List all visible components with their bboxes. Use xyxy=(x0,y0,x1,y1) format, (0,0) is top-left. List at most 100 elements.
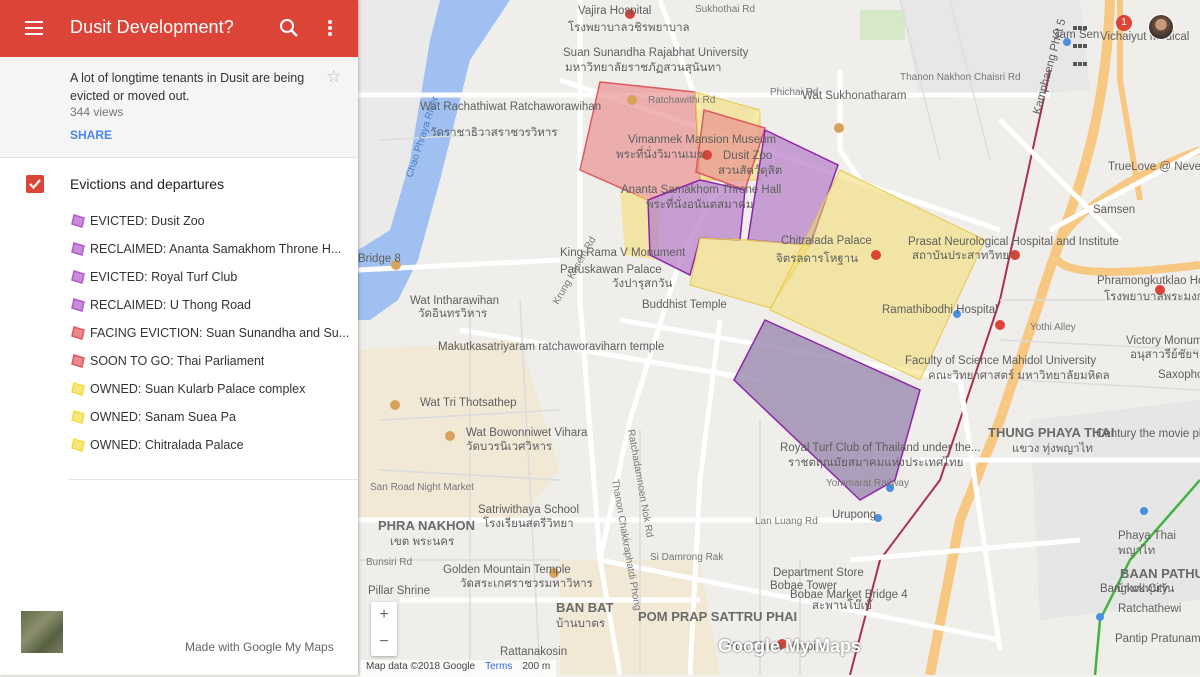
layer-item-label: FACING EVICTION: Suan Sunandha and Su... xyxy=(90,326,350,340)
map-label[interactable]: Prasat Neurological Hospital and Institu… xyxy=(908,236,1119,248)
map-label[interactable]: Victory Monument xyxy=(1126,335,1200,347)
map-label[interactable]: Ratchawithi Rd xyxy=(648,95,715,106)
layer-item[interactable]: RECLAIMED: Ananta Samakhom Throne H... xyxy=(70,235,350,263)
map-label[interactable]: Wat Intharawihan xyxy=(410,295,499,307)
avatar[interactable] xyxy=(1148,14,1174,40)
map-label[interactable]: Bunsiri Rd xyxy=(366,557,412,568)
map-title[interactable]: Dusit Development? xyxy=(70,17,234,38)
map-label[interactable]: BAN BAT xyxy=(556,600,614,615)
map-label[interactable]: โรงพยาบาลพระมงกุฎเกล้า xyxy=(1104,289,1200,303)
map-label[interactable]: San Road Night Market xyxy=(370,482,474,493)
map-label[interactable]: จิตรลดารโหฐาน xyxy=(776,251,858,265)
menu-icon[interactable] xyxy=(22,18,46,38)
zoom-in-button[interactable]: + xyxy=(371,602,397,629)
map-label[interactable]: Phichai Rd xyxy=(770,87,818,98)
map-label[interactable]: Saxophone xyxy=(1158,369,1200,381)
side-panel: Dusit Development? A lot of longtime ten… xyxy=(0,0,358,675)
share-button[interactable]: SHARE xyxy=(70,128,112,142)
map-label[interactable]: Yommarat Railway xyxy=(826,478,909,489)
map-label[interactable]: Pillar Shrine xyxy=(368,585,430,597)
map-label[interactable]: สถาบันประสาทวิทยา xyxy=(912,249,1016,262)
layer-item[interactable]: EVICTED: Royal Turf Club xyxy=(70,263,350,291)
map-label[interactable]: เขต พระนคร xyxy=(390,536,454,548)
map-label[interactable]: คณะวิทยาศาสตร์ มหาวิทยาลัยมหิดล xyxy=(928,368,1110,382)
map-label[interactable]: POM PRAP SATTRU PHAI xyxy=(638,609,797,624)
map-label[interactable]: Pantip Pratunam xyxy=(1115,633,1200,645)
map-label[interactable]: สวนสัตว์ดุสิต xyxy=(718,163,782,177)
more-options-icon[interactable] xyxy=(321,17,339,39)
map-label[interactable]: Vimanmek Mansion Museum xyxy=(628,134,776,146)
map-label[interactable]: Lan Luang Rd xyxy=(755,516,818,527)
layer-title[interactable]: Evictions and departures xyxy=(70,176,224,192)
map-label[interactable]: Faculty of Science Mahidol University xyxy=(905,355,1096,367)
layer-item[interactable]: FACING EVICTION: Suan Sunandha and Su... xyxy=(70,319,350,347)
map-label[interactable]: โรงพยาบาลวชิรพยาบาล xyxy=(568,20,690,34)
map-label[interactable]: Phramongkutklao Hospital xyxy=(1097,275,1200,287)
map-label[interactable]: สะพานโบ๊เบ๊ xyxy=(812,598,873,612)
notification-badge[interactable]: 1 xyxy=(1116,15,1132,31)
map-label[interactable]: Satriwithaya School xyxy=(478,504,579,516)
map-label[interactable]: Urupong xyxy=(832,509,876,521)
apps-grid-icon[interactable] xyxy=(1073,18,1089,66)
map-label[interactable]: วัดบวรนิเวศวิหาร xyxy=(466,440,552,453)
map-label[interactable]: Thanon Nakhon Chaisri Rd xyxy=(900,72,1021,83)
search-icon[interactable] xyxy=(278,17,300,39)
map-label[interactable]: Bridge 8 xyxy=(358,253,401,265)
map-label[interactable]: วัดอินทรวิหาร xyxy=(418,307,487,320)
map-label[interactable]: Ananta Samakhom Throne Hall xyxy=(621,184,781,196)
map-label[interactable]: วัดราชาธิวาสราชวรวิหาร xyxy=(430,126,558,139)
scale-label[interactable]: 200 m xyxy=(522,661,550,676)
map-attribution: Map data ©2018 Google Terms 200 m xyxy=(360,660,557,677)
map-label[interactable]: พระที่นั่งอนันตสมาคม xyxy=(646,196,753,211)
map-label[interactable]: ราชตฤณมัยสมาคมแห่งประเทศไทย xyxy=(788,456,963,469)
map-label[interactable]: พระที่นั่งวิมานเมฆ xyxy=(616,146,705,161)
layer-item[interactable]: SOON TO GO: Thai Parliament xyxy=(70,347,350,375)
map-label[interactable]: Yothi Alley xyxy=(1030,322,1076,333)
map-label[interactable]: โรงเรียนสตรีวิทยา xyxy=(483,516,574,530)
zoom-out-button[interactable]: − xyxy=(371,629,397,656)
map-label[interactable]: Bangkok City xyxy=(1100,583,1168,595)
map-label[interactable]: Wat Tri Thotsathep xyxy=(420,397,517,409)
map-label[interactable]: Century the movie plaza xyxy=(1096,428,1200,440)
layer-checkbox[interactable] xyxy=(26,175,44,193)
map-canvas[interactable]: Vajira Hospital โรงพยาบาลวชิรพยาบาล Sukhot… xyxy=(358,0,1200,675)
layer-item[interactable]: OWNED: Suan Kularb Palace complex xyxy=(70,375,350,403)
map-label[interactable]: PHRA NAKHON xyxy=(378,518,475,533)
map-label[interactable]: Ramathibodhi Hospital xyxy=(882,304,998,316)
map-label[interactable]: BAAN PATHUMWAN xyxy=(1120,566,1200,581)
map-label[interactable]: Samsen xyxy=(1093,204,1135,216)
map-label[interactable]: Department Store xyxy=(773,567,864,579)
star-icon[interactable]: ☆ xyxy=(326,67,341,87)
map-label[interactable]: Ratchathewi xyxy=(1118,603,1181,615)
map-label[interactable]: วังปารุสกวัน xyxy=(612,278,672,290)
map-label[interactable]: Vichaiyut Medical xyxy=(1100,31,1189,43)
map-label[interactable]: Golden Mountain Temple xyxy=(443,564,571,576)
map-label[interactable]: Vajira Hospital xyxy=(578,5,651,17)
map-label[interactable]: TrueLove @ Neverland xyxy=(1108,161,1200,173)
map-label[interactable]: Royal Turf Club of Thailand under the... xyxy=(780,442,981,454)
map-label[interactable]: Rattanakosin xyxy=(500,646,567,658)
map-label[interactable]: วัดสระเกศราชวรมหาวิหาร xyxy=(460,577,593,590)
layer-items: EVICTED: Dusit Zoo RECLAIMED: Ananta Sama… xyxy=(70,207,350,459)
terms-link[interactable]: Terms xyxy=(485,661,512,676)
map-label[interactable]: Sukhothai Rd xyxy=(695,4,755,15)
map-label[interactable]: Wat Bowonniwet Vihara xyxy=(466,427,588,439)
layer-item[interactable]: RECLAIMED: U Thong Road xyxy=(70,291,350,319)
map-label[interactable]: Si Damrong Rak xyxy=(650,552,724,563)
layer-item[interactable]: OWNED: Sanam Suea Pa xyxy=(70,403,350,431)
map-label[interactable]: Wat Rachathiwat Ratchaworawihan xyxy=(420,101,601,113)
map-label[interactable]: Chitralada Palace xyxy=(781,235,872,247)
basemap-thumbnail[interactable] xyxy=(21,611,63,653)
map-label[interactable]: Makutkasatriyaram ratchaworaviharn templ… xyxy=(438,341,664,353)
map-label[interactable]: พญาไท xyxy=(1118,544,1155,557)
map-label[interactable]: บ้านบาตร xyxy=(556,617,605,630)
map-label[interactable]: Dusit Zoo xyxy=(723,150,772,162)
map-label[interactable]: Suan Sunandha Rajabhat University xyxy=(563,47,749,59)
map-label[interactable]: Buddhist Temple xyxy=(642,299,727,311)
map-label[interactable]: อนุสาวรีย์ชัยฯ xyxy=(1130,347,1199,361)
layer-item[interactable]: EVICTED: Dusit Zoo xyxy=(70,207,350,235)
map-label[interactable]: มหาวิทยาลัยราชภัฏสวนสุนันทา xyxy=(565,61,722,74)
map-label[interactable]: Phaya Thai xyxy=(1118,530,1176,542)
map-label[interactable]: แขวง ทุ่งพญาไท xyxy=(1012,442,1093,455)
layer-item[interactable]: OWNED: Chitralada Palace xyxy=(70,431,350,459)
